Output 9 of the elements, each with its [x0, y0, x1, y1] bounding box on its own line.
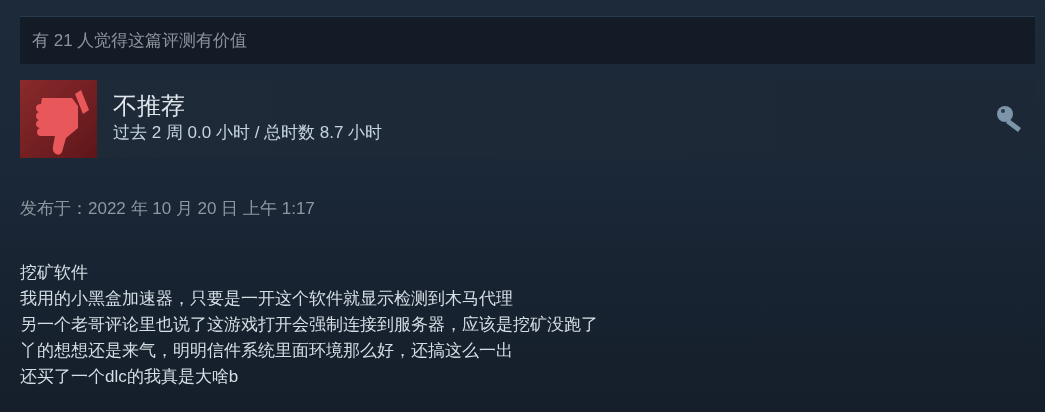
- helpful-count: 有 21 人觉得这篇评测有价值: [32, 29, 248, 52]
- review-verdict: 不推荐: [113, 92, 186, 121]
- posted-date: 发布于：2022 年 10 月 20 日 上午 1:17: [20, 198, 316, 220]
- review-text-line: 我用的小黑盒加速器，只要是一开这个软件就显示检测到木马代理: [20, 287, 514, 310]
- review-text-line: 丫的想想还是来气，明明信件系统里面环境那么好，还搞这么一出: [20, 339, 514, 362]
- review-text-line: 还买了一个dlc的我真是大啥b: [20, 365, 240, 388]
- review-text-line: 另一个老哥评论里也说了这游戏打开会强制连接到服务器，应该是挖矿没跑了: [20, 313, 599, 336]
- review-text-line: 挖矿软件: [20, 261, 89, 284]
- playtime: 过去 2 周 0.0 小时 / 总时数 8.7 小时: [113, 122, 383, 145]
